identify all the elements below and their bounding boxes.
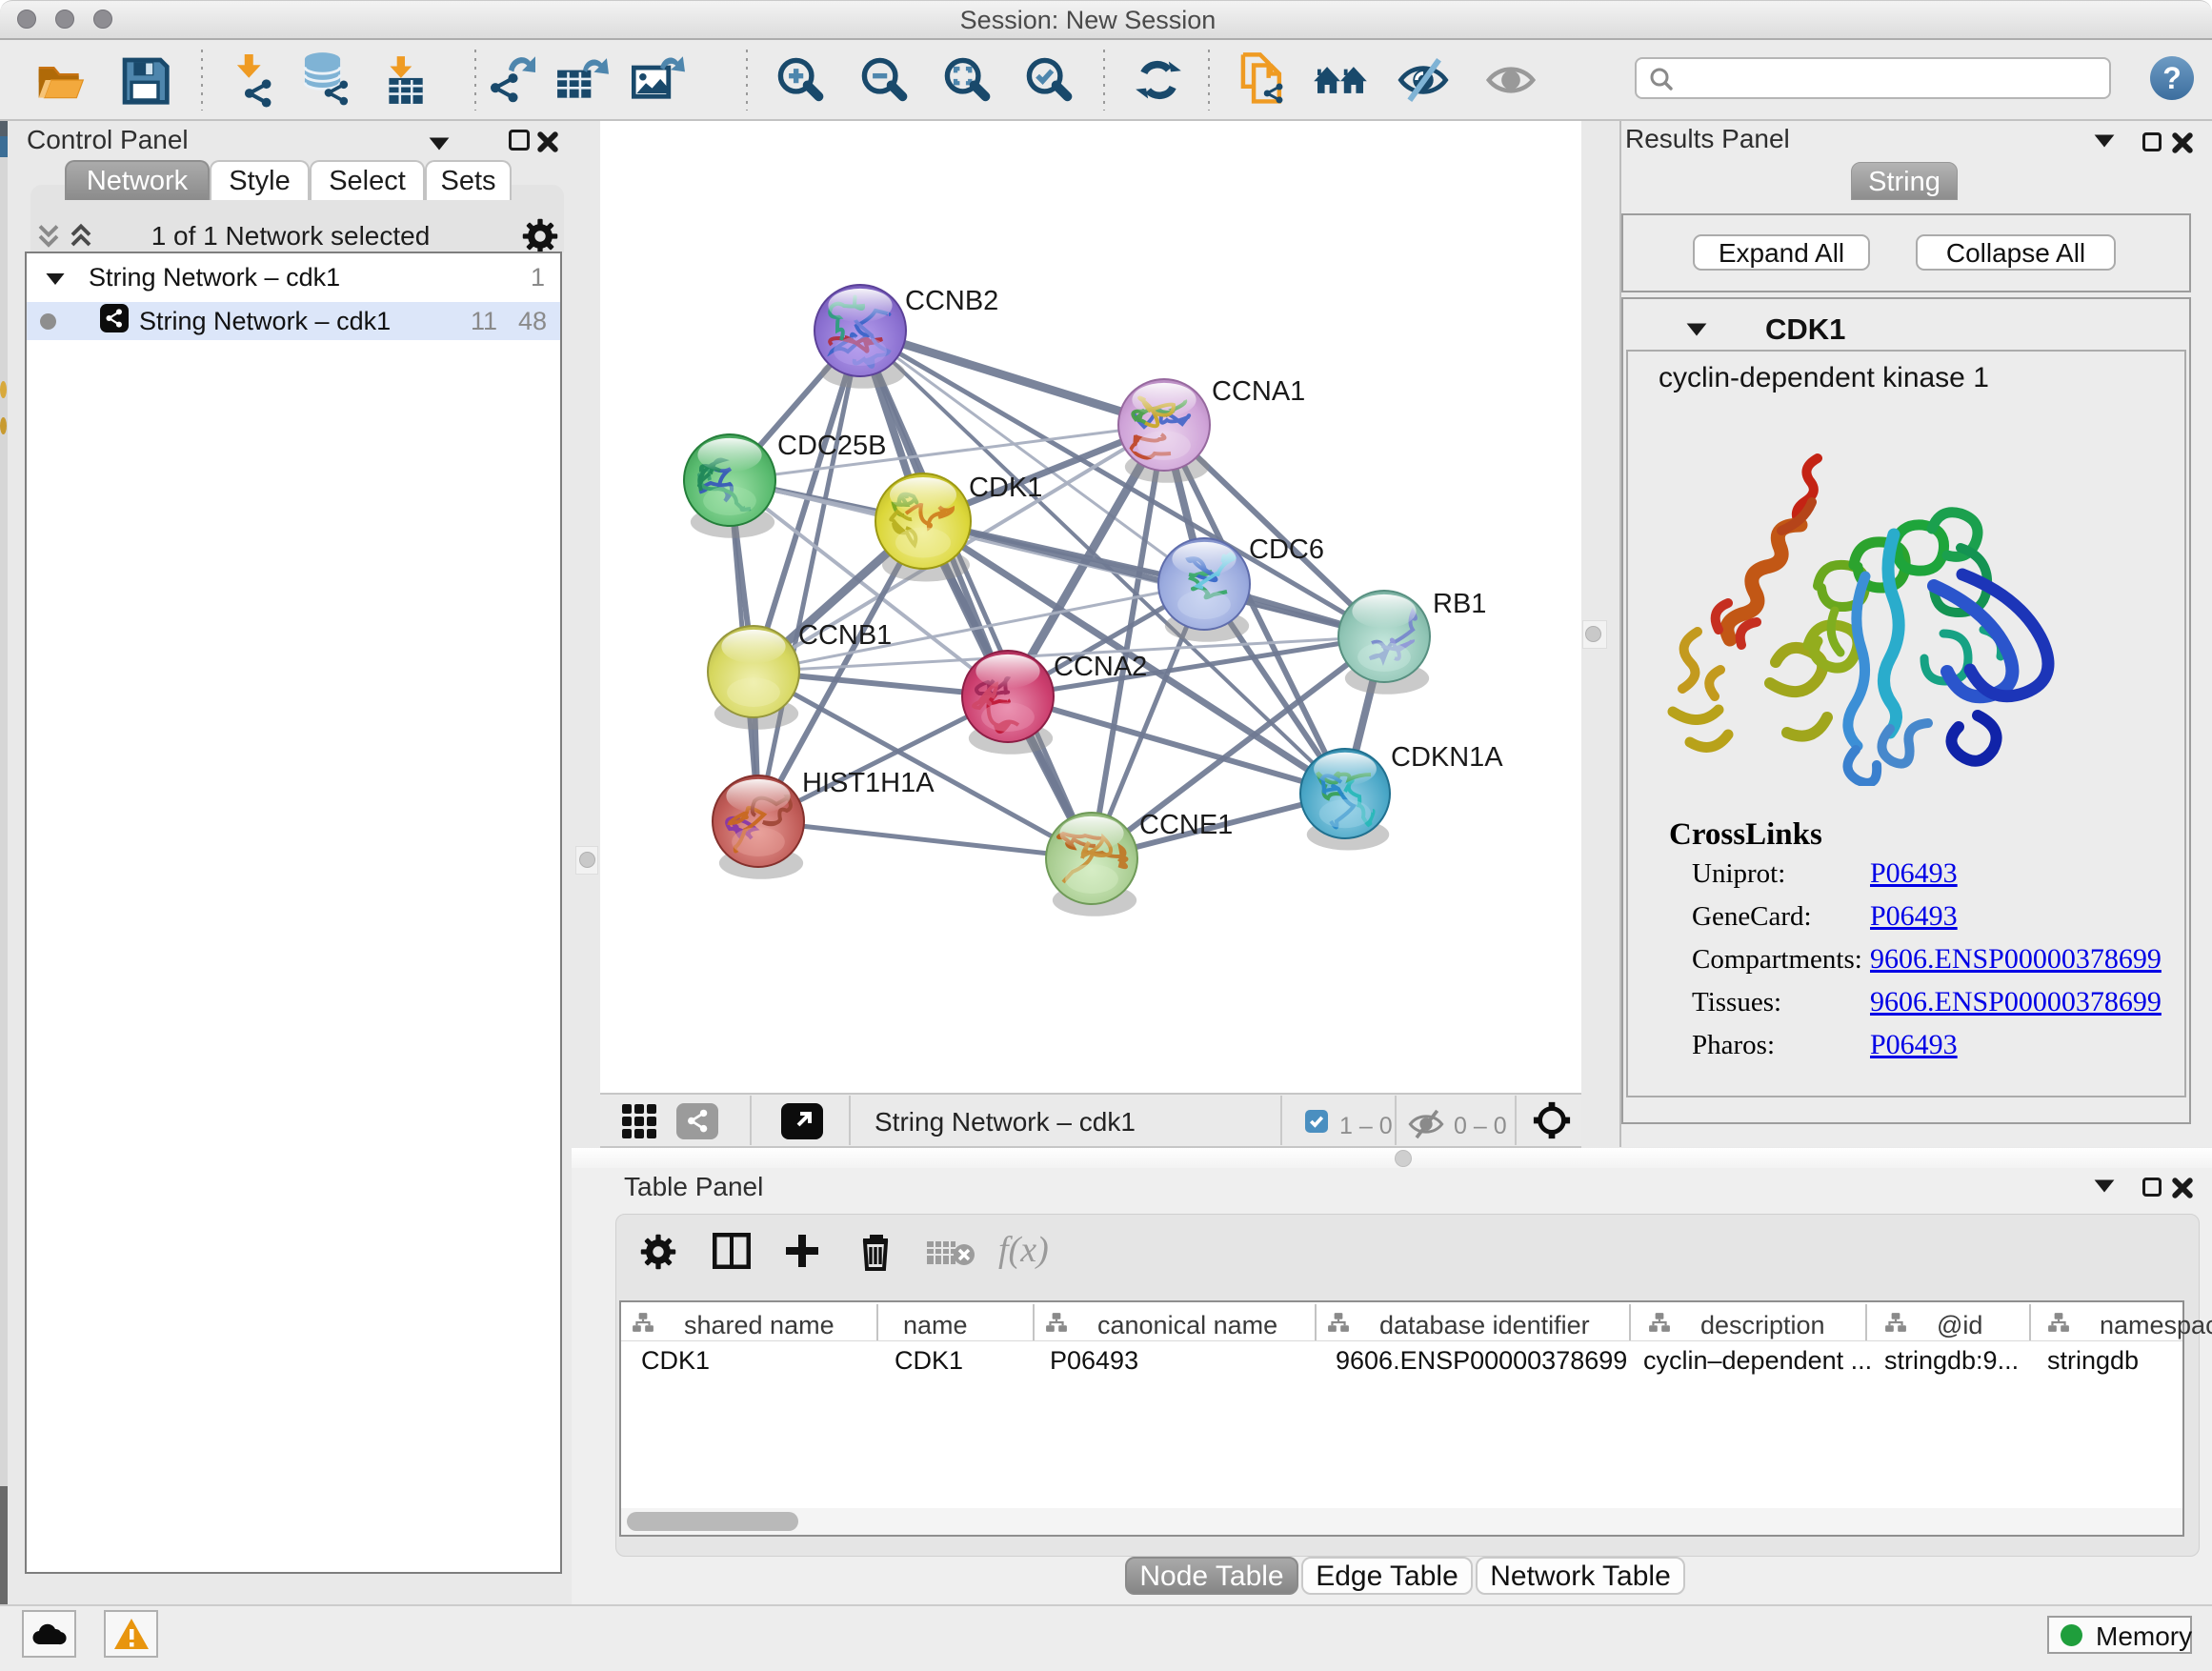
svg-text:CCNE1: CCNE1 xyxy=(1139,810,1233,840)
svg-text:CCNB1: CCNB1 xyxy=(798,620,892,651)
svg-text:HIST1H1A: HIST1H1A xyxy=(802,768,935,798)
svg-text:CCNA1: CCNA1 xyxy=(1212,376,1305,407)
svg-text:CDC25B: CDC25B xyxy=(777,431,886,461)
svg-text:CDKN1A: CDKN1A xyxy=(1391,742,1503,773)
svg-text:CDC6: CDC6 xyxy=(1249,534,1324,565)
svg-text:RB1: RB1 xyxy=(1433,589,1486,619)
svg-text:CCNB2: CCNB2 xyxy=(905,286,998,316)
svg-text:CDK1: CDK1 xyxy=(969,473,1042,503)
svg-text:CCNA2: CCNA2 xyxy=(1054,652,1147,682)
